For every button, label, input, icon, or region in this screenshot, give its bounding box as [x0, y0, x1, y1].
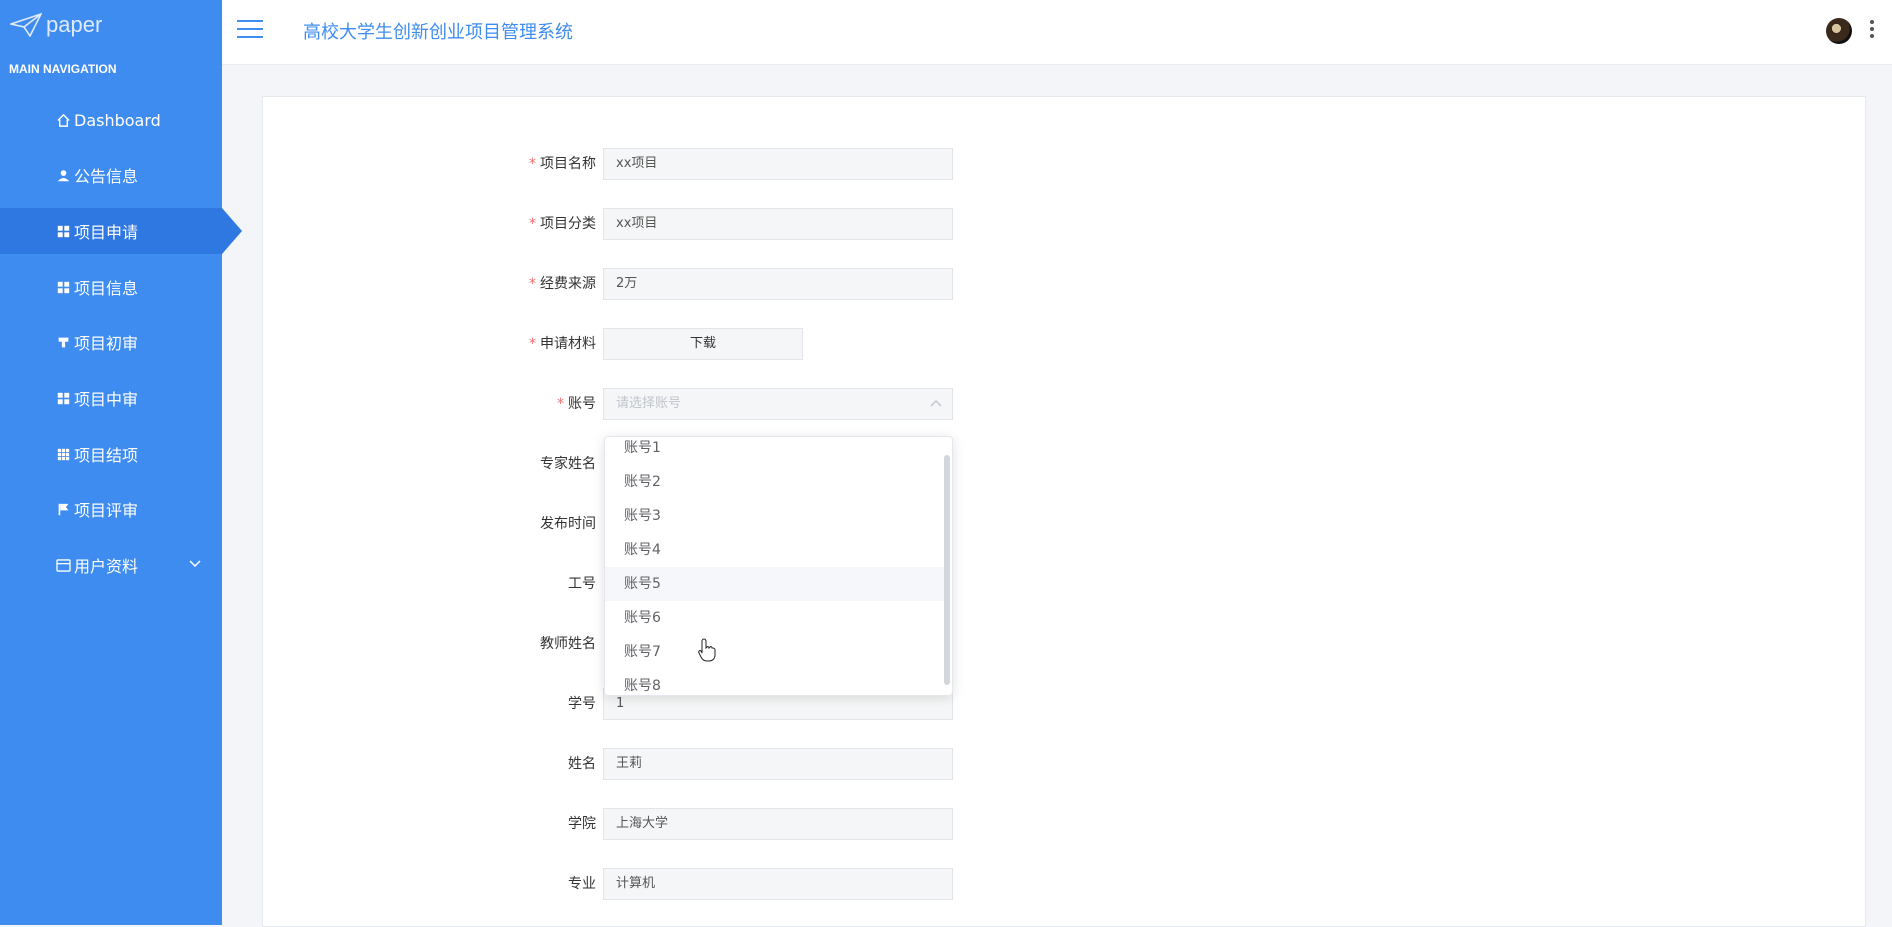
menu-toggle-icon[interactable]: [237, 20, 263, 42]
sidebar-item-dashboard[interactable]: Dashboard: [0, 97, 222, 143]
form-row-project-name: * 项目名称 xx项目: [263, 148, 1263, 180]
form-row-project-category: * 项目分类 xx项目: [263, 208, 1263, 240]
form-label: * 申请材料: [529, 336, 596, 352]
grid-icon: [54, 389, 72, 407]
more-options-icon[interactable]: [1870, 20, 1874, 42]
sidebar-item-label: 项目中审: [74, 390, 139, 409]
form-label: 专业: [568, 876, 596, 892]
form-label: * 项目名称: [529, 156, 596, 172]
dropdown-option[interactable]: 账号4: [605, 533, 945, 567]
paper-plane-icon: [10, 13, 42, 37]
form-label: * 经费来源: [529, 276, 596, 292]
sidebar-item-label: Dashboard: [74, 110, 161, 130]
sidebar-item-label: 项目结项: [74, 446, 139, 465]
sidebar-item-project-info[interactable]: 项目信息: [0, 264, 222, 310]
form-label: 学院: [568, 816, 596, 832]
form-label: 学号: [568, 696, 596, 712]
chevron-down-icon: [189, 560, 201, 568]
sidebar-item-announcements[interactable]: 公告信息: [0, 152, 222, 198]
sidebar-item-project-completion[interactable]: 项目结项: [0, 431, 222, 477]
grid-icon: [54, 278, 72, 296]
form-row-materials: * 申请材料 下载: [263, 328, 1263, 360]
dropdown-option[interactable]: 账号1: [605, 437, 945, 465]
sidebar-item-initial-review[interactable]: 项目初审: [0, 319, 222, 365]
sidebar: paper MAIN NAVIGATION Dashboard 公告信息 项目申…: [0, 0, 242, 925]
form-row-name: 姓名 王莉: [263, 748, 1263, 780]
nav-section-header: MAIN NAVIGATION: [9, 62, 117, 76]
dropdown-option[interactable]: 账号3: [605, 499, 945, 533]
flag-icon: [54, 500, 72, 518]
card-icon: [54, 556, 72, 574]
form-row-major: 专业 计算机: [263, 868, 1263, 900]
grid-icon: [54, 222, 72, 240]
project-name-input[interactable]: xx项目: [603, 148, 953, 180]
chevron-up-icon: [930, 400, 942, 407]
sidebar-item-label: 用户资料: [74, 557, 139, 576]
sidebar-item-label: 项目评审: [74, 501, 139, 520]
dropdown-option[interactable]: 账号2: [605, 465, 945, 499]
sidebar-item-label: 项目信息: [74, 279, 139, 298]
form-row-account: * 账号 请选择账号: [263, 388, 1263, 420]
sidebar-item-label: 项目初审: [74, 334, 139, 353]
college-input[interactable]: 上海大学: [603, 808, 953, 840]
avatar[interactable]: [1826, 18, 1852, 44]
form-label: 教师姓名: [540, 636, 596, 652]
stamp-icon: [54, 333, 72, 351]
account-select[interactable]: 请选择账号: [603, 388, 953, 420]
download-button[interactable]: 下载: [603, 328, 803, 360]
project-category-input[interactable]: xx项目: [603, 208, 953, 240]
form-card: * 项目名称 xx项目 * 项目分类 xx项目 * 经费来源 2万 * 申请材料 下载 …: [262, 96, 1866, 927]
home-icon: [54, 111, 72, 129]
sidebar-item-mid-review[interactable]: 项目中审: [0, 375, 222, 421]
sidebar-item-user-profile[interactable]: 用户资料: [0, 542, 222, 588]
form-label: * 项目分类: [529, 216, 596, 232]
dropdown-option[interactable]: 账号5: [605, 567, 945, 601]
form-label: 工号: [568, 576, 596, 592]
sidebar-item-project-evaluation[interactable]: 项目评审: [0, 486, 222, 532]
major-input[interactable]: 计算机: [603, 868, 953, 900]
funding-source-input[interactable]: 2万: [603, 268, 953, 300]
dropdown-option[interactable]: 账号8: [605, 669, 945, 695]
sidebar-item-project-application[interactable]: 项目申请: [0, 208, 242, 254]
form-label: 发布时间: [540, 516, 596, 532]
form-label: * 账号: [557, 396, 596, 412]
form-row-college: 学院 上海大学: [263, 808, 1263, 840]
logo-text: paper: [46, 12, 103, 37]
form-label: 专家姓名: [540, 456, 596, 472]
app-title: 高校大学生创新创业项目管理系统: [303, 22, 573, 43]
dropdown-option[interactable]: 账号6: [605, 601, 945, 635]
logo[interactable]: paper: [10, 10, 102, 40]
name-input[interactable]: 王莉: [603, 748, 953, 780]
form-label: 姓名: [568, 756, 596, 772]
table-icon: [54, 445, 72, 463]
form-row-funding-source: * 经费来源 2万: [263, 268, 1263, 300]
account-dropdown: 账号1 账号2 账号3 账号4 账号5 账号6 账号7 账号8: [604, 436, 953, 696]
dropdown-option[interactable]: 账号7: [605, 635, 945, 669]
sidebar-item-label: 公告信息: [74, 167, 139, 186]
user-icon: [54, 166, 72, 184]
sidebar-item-label: 项目申请: [74, 223, 139, 242]
hand-cursor-icon: [698, 638, 716, 662]
top-bar: 高校大学生创新创业项目管理系统: [222, 0, 1892, 65]
dropdown-scrollbar[interactable]: [944, 455, 950, 685]
